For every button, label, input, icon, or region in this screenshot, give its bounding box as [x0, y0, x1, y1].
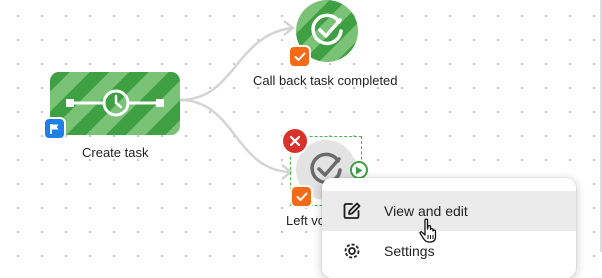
checkbox-icon: [292, 187, 311, 206]
checkbox-icon: [290, 47, 309, 66]
connector-to-callback: [179, 26, 293, 102]
create-task-label: Create task: [82, 145, 149, 160]
close-icon: [289, 135, 301, 147]
gear-icon: [342, 241, 362, 261]
delete-node-button[interactable]: [283, 129, 307, 153]
timer-icon: [66, 89, 164, 117]
flag-icon: [45, 119, 64, 138]
connector-to-voicemail: [179, 98, 291, 174]
menu-item-view-and-edit[interactable]: View and edit: [322, 191, 576, 231]
menu-item-label: Settings: [384, 243, 435, 259]
play-icon: [356, 166, 363, 174]
hand-cursor-icon: [419, 218, 437, 243]
run-node-button[interactable]: [350, 161, 368, 179]
edit-icon: [342, 201, 362, 221]
workflow-canvas[interactable]: Create task Call back task completed Lef…: [0, 0, 602, 278]
create-task-node[interactable]: [50, 72, 180, 135]
callback-task-label: Call back task completed: [253, 73, 398, 88]
voicemail-task-label: Left vo: [286, 213, 326, 228]
menu-item-label: View and edit: [384, 203, 468, 219]
node-context-menu: View and edit Settings: [322, 178, 576, 278]
menu-item-settings[interactable]: Settings: [322, 231, 576, 271]
